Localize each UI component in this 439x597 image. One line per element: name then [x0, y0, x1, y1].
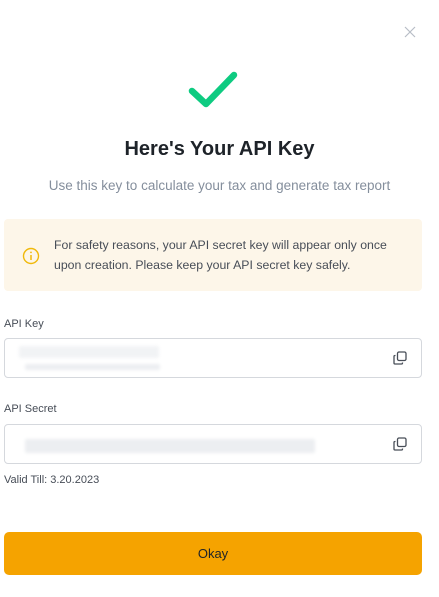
- copy-api-secret-button[interactable]: [392, 436, 408, 452]
- close-button[interactable]: [401, 23, 419, 41]
- safety-notice-text: For safety reasons, your API secret key …: [54, 238, 387, 272]
- copy-icon: [393, 351, 407, 365]
- api-key-label: API Key: [4, 318, 44, 330]
- api-key-value-redacted: [19, 346, 159, 358]
- api-secret-field[interactable]: [4, 424, 422, 464]
- api-key-field[interactable]: [4, 338, 422, 378]
- api-secret-label: API Secret: [4, 403, 57, 415]
- checkmark-icon: [188, 71, 238, 108]
- copy-icon: [393, 437, 407, 451]
- info-icon: [22, 247, 40, 265]
- api-key-dialog: Here's Your API Key Use this key to calc…: [0, 0, 439, 597]
- api-key-value-redacted-line: [25, 364, 160, 370]
- valid-till-text: Valid Till: 3.20.2023: [4, 474, 100, 486]
- dialog-title: Here's Your API Key: [124, 138, 315, 160]
- safety-notice: For safety reasons, your API secret key …: [4, 219, 422, 291]
- dialog-subtitle: Use this key to calculate your tax and g…: [48, 178, 391, 193]
- api-secret-value-redacted: [25, 439, 315, 453]
- copy-api-key-button[interactable]: [392, 350, 408, 366]
- okay-button[interactable]: Okay: [4, 532, 422, 575]
- close-icon: [404, 26, 416, 38]
